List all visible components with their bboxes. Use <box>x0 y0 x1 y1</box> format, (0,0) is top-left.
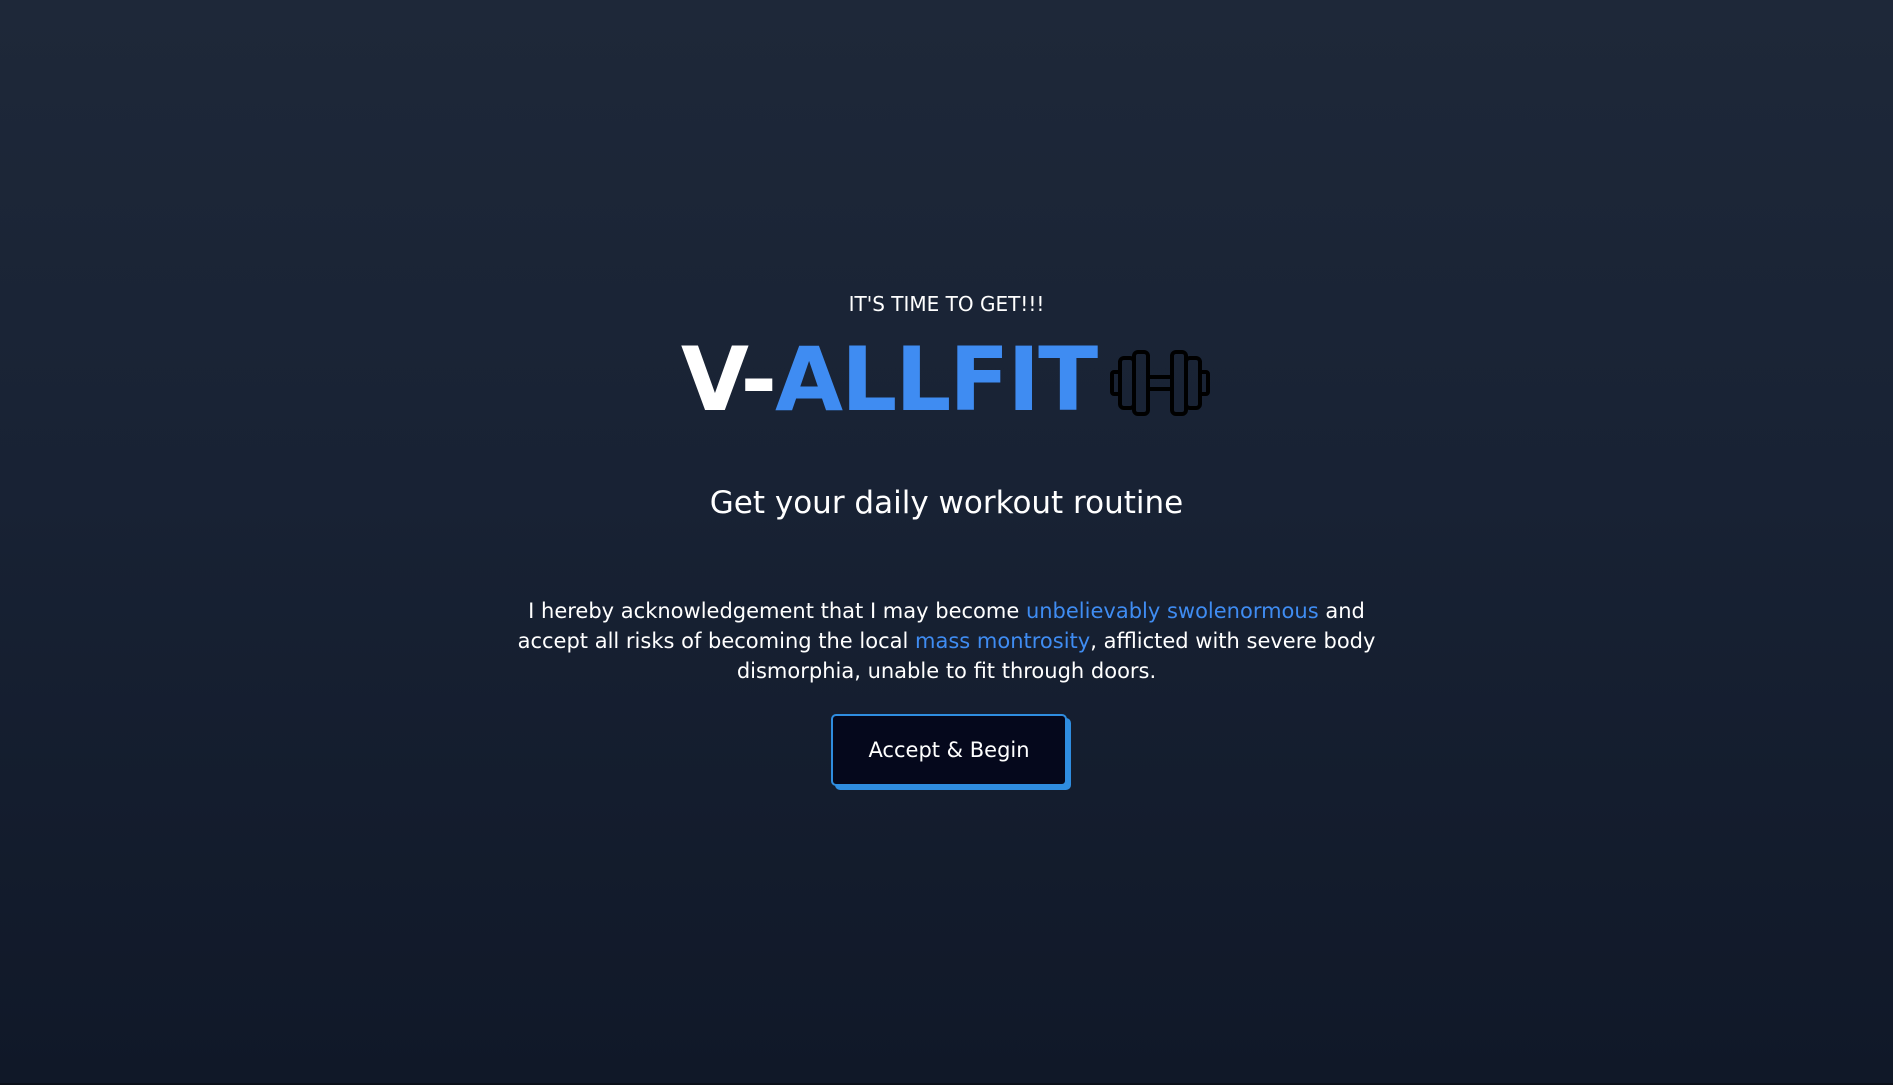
brand-logo: V-ALLFIT <box>0 325 1893 435</box>
disclaimer-highlight: unbelievably swolenormous <box>1025 599 1319 623</box>
hero-section: IT'S TIME TO GET!!! V-ALLFIT Get your da… <box>0 0 1893 1083</box>
brand-prefix: V- <box>680 328 777 431</box>
disclaimer-part: I hereby acknowledgement that I may beco… <box>528 599 1026 623</box>
disclaimer-highlight: mass montrosity <box>915 629 1091 653</box>
subtitle: Get your daily workout routine <box>709 485 1184 521</box>
brand-highlight: ALLFIT <box>775 328 1098 431</box>
disclaimer-text: I hereby acknowledgement that I may beco… <box>492 596 1402 686</box>
accept-begin-button[interactable]: Accept & Begin <box>831 714 1067 786</box>
dumbbell-icon <box>1110 350 1211 416</box>
brand-title: V-ALLFIT <box>680 325 1098 435</box>
pre-title: IT'S TIME TO GET!!! <box>848 292 1045 316</box>
